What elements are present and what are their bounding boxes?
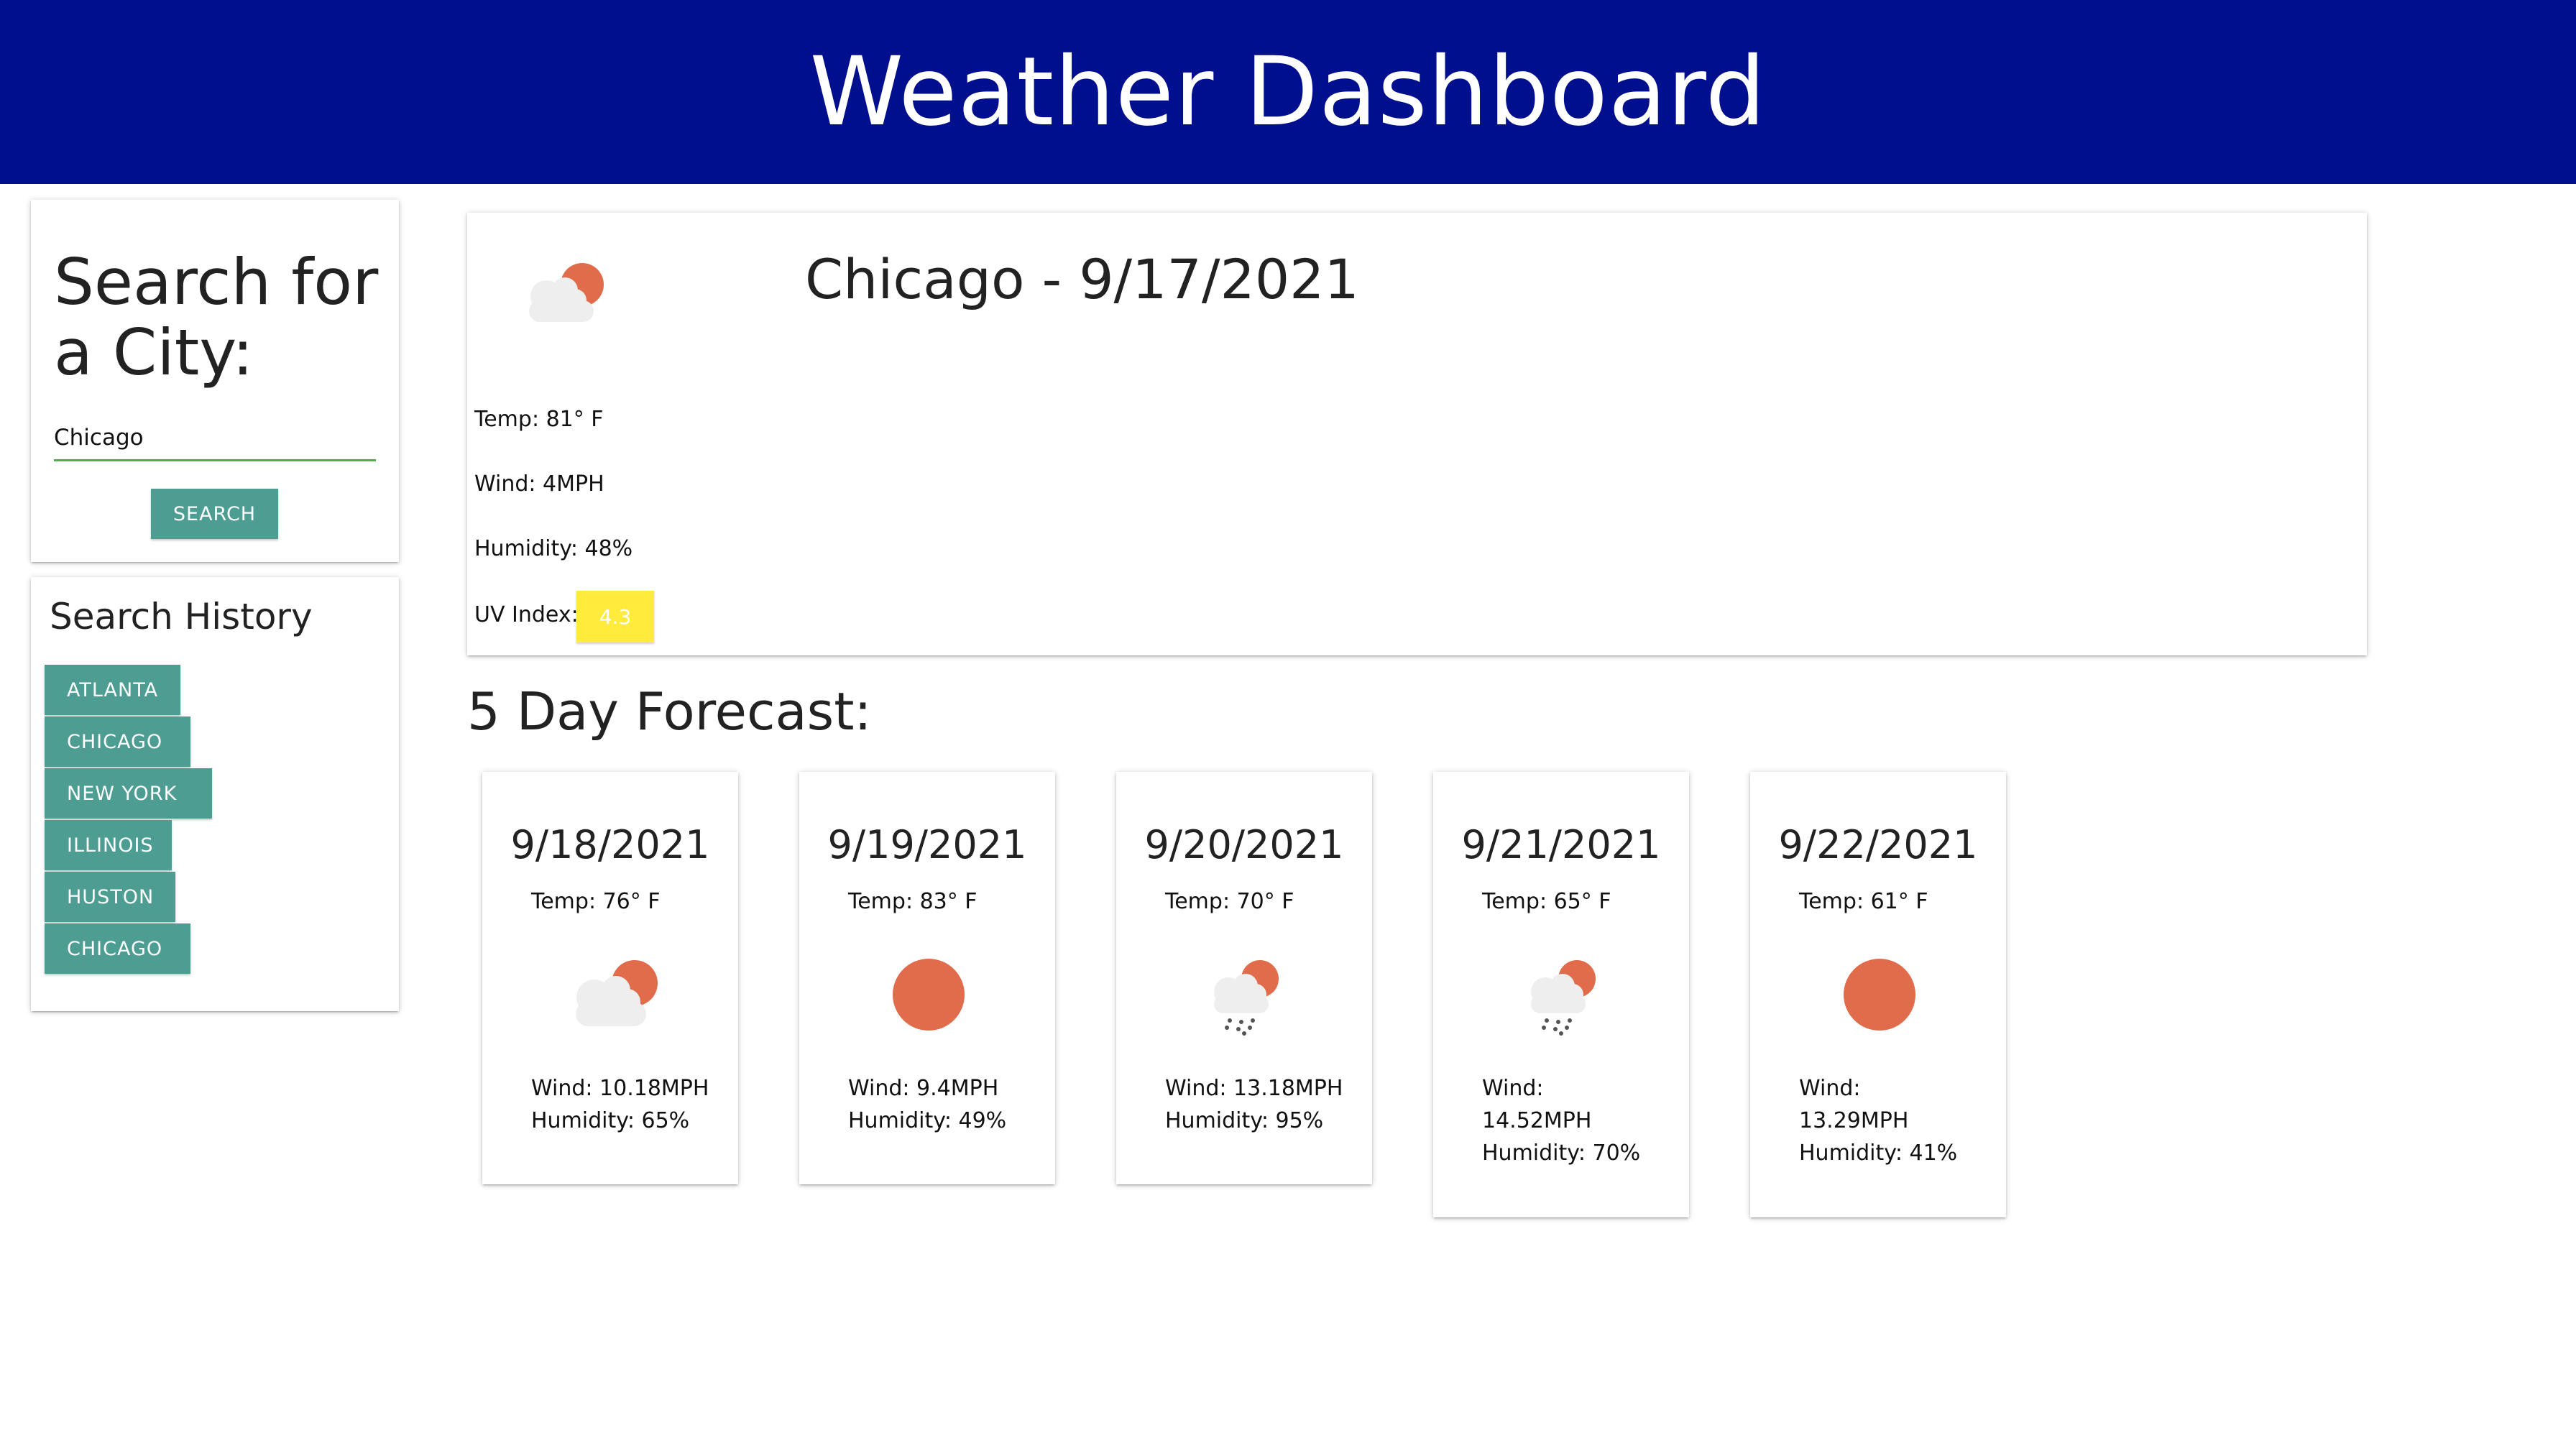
history-item-button[interactable]: ILLINOIS	[45, 820, 172, 870]
forecast-details: Wind: 9.4MPH Humidity: 49%	[848, 1072, 1049, 1137]
forecast-wind-value: 14.52MPH	[1482, 1108, 1592, 1133]
current-city-date: Chicago - 9/17/2021	[805, 247, 1359, 311]
forecast-date: 9/19/2021	[827, 822, 1027, 867]
sun-icon	[1844, 959, 1915, 1031]
current-wind: Wind: 4MPH	[474, 471, 604, 497]
search-button[interactable]: SEARCH	[151, 489, 278, 539]
page-header: Weather Dashboard	[0, 0, 2576, 184]
forecast-date: 9/21/2021	[1461, 822, 1661, 867]
forecast-humidity: Humidity: 41%	[1799, 1141, 1958, 1166]
forecast-heading: 5 Day Forecast:	[467, 681, 872, 742]
search-input-wrapper	[54, 415, 376, 480]
forecast-details: Wind: 14.52MPH Humidity: 70%	[1482, 1072, 1683, 1169]
forecast-temp: Temp: 83° F	[848, 889, 978, 914]
forecast-wind-value: 13.29MPH	[1799, 1108, 1909, 1133]
history-item-button[interactable]: CHICAGO	[45, 923, 190, 974]
forecast-wind: Wind: 10.18MPH	[531, 1076, 709, 1101]
page-title: Weather Dashboard	[809, 37, 1767, 147]
forecast-card: 9/19/2021 Temp: 83° F Wind: 9.4MPH Humid…	[799, 772, 1055, 1184]
forecast-card: 9/20/2021 Temp: 70° F Wind: 13.18MPH Hum…	[1116, 772, 1372, 1184]
forecast-details: Wind: 13.18MPH Humidity: 95%	[1165, 1072, 1366, 1137]
forecast-date: 9/18/2021	[510, 822, 710, 867]
forecast-humidity: Humidity: 49%	[848, 1108, 1007, 1133]
current-weather-card: Chicago - 9/17/2021 Temp: 81° F Wind: 4M…	[467, 213, 2367, 655]
rain-cloud-sun-icon	[1214, 960, 1279, 1036]
sun-behind-cloud-icon	[529, 263, 604, 322]
forecast-details: Wind: 13.29MPH Humidity: 41%	[1799, 1072, 2000, 1169]
forecast-humidity: Humidity: 70%	[1482, 1141, 1641, 1166]
forecast-temp: Temp: 61° F	[1799, 889, 1928, 914]
search-history-title: Search History	[50, 596, 313, 637]
forecast-temp: Temp: 65° F	[1482, 889, 1611, 914]
history-item-button[interactable]: NEW YORK	[45, 768, 212, 819]
forecast-date: 9/22/2021	[1778, 822, 1978, 867]
current-humidity: Humidity: 48%	[474, 536, 633, 561]
forecast-humidity: Humidity: 65%	[531, 1108, 690, 1133]
search-history-card: Search History ATLANTA CHICAGO NEW YORK …	[31, 577, 399, 1011]
forecast-wind: Wind:	[1799, 1076, 1861, 1101]
forecast-details: Wind: 10.18MPH Humidity: 65%	[531, 1072, 732, 1137]
sun-behind-cloud-icon	[576, 960, 658, 1026]
forecast-temp: Temp: 76° F	[531, 889, 661, 914]
forecast-card: 9/18/2021 Temp: 76° F Wind: 10.18MPH Hum…	[482, 772, 738, 1184]
search-card: Search for a City: SEARCH	[31, 200, 399, 562]
search-title: Search for a City:	[54, 245, 379, 390]
forecast-humidity: Humidity: 95%	[1165, 1108, 1324, 1133]
forecast-card: 9/22/2021 Temp: 61° F Wind: 13.29MPH Hum…	[1750, 772, 2006, 1217]
uv-index-label: UV Index:	[474, 602, 579, 627]
uv-index-badge: 4.3	[576, 591, 654, 642]
rain-cloud-sun-icon	[1531, 960, 1596, 1036]
history-item-button[interactable]: ATLANTA	[45, 665, 180, 715]
history-item-button[interactable]: CHICAGO	[45, 716, 190, 767]
search-input[interactable]	[54, 415, 376, 461]
forecast-wind: Wind: 13.18MPH	[1165, 1076, 1343, 1101]
forecast-temp: Temp: 70° F	[1165, 889, 1294, 914]
forecast-wind: Wind:	[1482, 1076, 1544, 1101]
history-item-button[interactable]: HUSTON	[45, 872, 175, 922]
forecast-card: 9/21/2021 Temp: 65° F Wind: 14.52MPH Hum…	[1433, 772, 1689, 1217]
sun-icon	[893, 959, 965, 1031]
forecast-wind: Wind: 9.4MPH	[848, 1076, 999, 1101]
forecast-date: 9/20/2021	[1144, 822, 1344, 867]
current-temp: Temp: 81° F	[474, 407, 604, 432]
